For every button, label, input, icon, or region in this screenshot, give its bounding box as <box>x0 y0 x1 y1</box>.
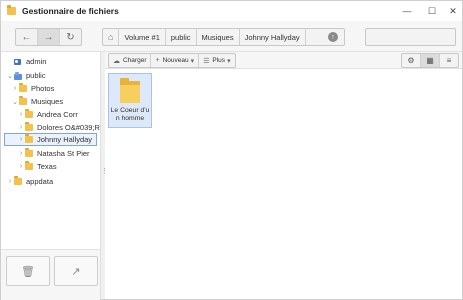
chevron-right-icon[interactable]: › <box>17 124 25 131</box>
minimize-button[interactable]: — <box>396 1 418 21</box>
tree-item-johnny-hallyday[interactable]: › Johnny Hallyday <box>4 133 97 146</box>
plus-icon: + <box>155 57 160 64</box>
user-home-icon <box>14 58 22 66</box>
tree-item-admin[interactable]: admin <box>6 56 46 67</box>
tree-item-label: public <box>26 71 46 80</box>
folder-icon <box>25 148 33 157</box>
folder-tree: admin ⌄ public › Photos ⌄ Musiques › And… <box>1 52 100 249</box>
tree-item-label: Texas <box>37 162 57 171</box>
view-mode-buttons: ⚙ ▦ ≡ <box>401 53 459 68</box>
file-manager-window: Gestionnaire de fichiers — ☐ ✕ ← → ↻ ⌂ V… <box>0 0 463 300</box>
grid-view-icon[interactable]: ▦ <box>421 54 440 67</box>
title-bar: Gestionnaire de fichiers — ☐ ✕ <box>1 1 462 21</box>
more-button[interactable]: ☰ Plus ▾ <box>199 54 234 67</box>
tree-item-label: Dolores O&#039;Rio <box>37 123 100 132</box>
content-toolbar: ☁ Charger + Nouveau ▾ ☰ Plus ▾ ⚙ ▦ ≡ <box>105 52 462 69</box>
tree-item-musiques[interactable]: ⌄ Musiques <box>11 96 63 107</box>
tree-item-label: Johnny Hallyday <box>37 135 93 144</box>
chevron-right-icon[interactable]: › <box>17 150 25 157</box>
chevron-right-icon[interactable]: › <box>17 136 25 143</box>
list-icon: ☰ <box>203 57 210 65</box>
chevron-down-icon[interactable]: ⌄ <box>6 72 14 80</box>
chevron-down-icon[interactable]: ⌄ <box>11 98 19 106</box>
new-label: Nouveau <box>162 57 189 64</box>
navigation-buttons: ← → ↻ <box>15 28 82 46</box>
window-title: Gestionnaire de fichiers <box>22 6 119 16</box>
up-button[interactable]: ↑ <box>322 29 344 45</box>
chevron-right-icon[interactable]: › <box>6 178 14 185</box>
folder-icon <box>14 176 22 185</box>
caret-down-icon: ▾ <box>190 57 195 65</box>
folder-app-icon <box>7 5 16 15</box>
folder-icon <box>120 78 140 103</box>
tree-item-label: Musiques <box>31 97 64 106</box>
action-buttons: ☁ Charger + Nouveau ▾ ☰ Plus ▾ <box>108 53 236 68</box>
arrow-up-icon: ↑ <box>328 32 338 42</box>
chevron-right-icon[interactable]: › <box>17 111 25 118</box>
folder-icon <box>25 134 33 143</box>
chevron-right-icon[interactable]: › <box>17 163 25 170</box>
tree-item-label: Photos <box>31 84 55 93</box>
tree-item-photos[interactable]: › Photos <box>11 83 54 94</box>
upload-icon: ☁ <box>113 57 120 65</box>
sidebar-actions: 🗑 ↗ <box>1 249 100 300</box>
breadcrumb-musiques[interactable]: Musiques <box>197 29 240 45</box>
folder-icon <box>19 96 27 105</box>
search-input[interactable] <box>366 29 463 45</box>
tree-item-texas[interactable]: › Texas <box>17 161 57 172</box>
maximize-button[interactable]: ☐ <box>421 1 443 21</box>
tree-item-dolores[interactable]: › Dolores O&#039;Rio <box>17 122 100 133</box>
trash-icon[interactable]: 🗑 <box>6 256 50 286</box>
upload-button[interactable]: ☁ Charger <box>109 54 152 67</box>
tree-item-label: Andrea Corr <box>37 110 78 119</box>
main-toolbar: ← → ↻ ⌂ Volume #1 public Musiques Johnny… <box>1 21 463 52</box>
share-link-icon[interactable]: ↗ <box>54 256 98 286</box>
file-item[interactable]: Le Coeur d'un homme <box>108 73 152 128</box>
folder-icon <box>25 122 33 131</box>
upload-label: Charger <box>123 57 147 64</box>
forward-icon[interactable]: → <box>38 29 60 45</box>
file-item-label: Le Coeur d'un homme <box>110 107 150 122</box>
file-view: ☁ Charger + Nouveau ▾ ☰ Plus ▾ ⚙ ▦ ≡ Le … <box>105 52 462 299</box>
tree-item-label: admin <box>26 57 47 66</box>
refresh-icon[interactable]: ↻ <box>60 29 81 45</box>
tree-item-label: Natasha St Pier <box>37 149 90 158</box>
tree-item-andrea-corr[interactable]: › Andrea Corr <box>17 109 78 120</box>
breadcrumb-volume[interactable]: Volume #1 <box>119 29 166 45</box>
caret-down-icon: ▾ <box>227 57 231 65</box>
shared-folder-icon <box>14 71 22 80</box>
home-icon[interactable]: ⌂ <box>103 29 120 45</box>
breadcrumb-public[interactable]: public <box>166 29 197 45</box>
close-button[interactable]: ✕ <box>442 1 463 21</box>
search-box: ⚲ <box>365 28 463 46</box>
tree-item-appdata[interactable]: › appdata <box>6 176 53 187</box>
folder-icon <box>19 83 27 92</box>
tree-item-natasha-st-pier[interactable]: › Natasha St Pier <box>17 148 90 159</box>
gear-icon[interactable]: ⚙ <box>402 54 421 67</box>
new-button[interactable]: + Nouveau ▾ <box>151 54 200 67</box>
back-icon[interactable]: ← <box>16 29 38 45</box>
list-view-icon[interactable]: ≡ <box>440 54 458 67</box>
breadcrumb: ⌂ Volume #1 public Musiques Johnny Hally… <box>102 28 345 46</box>
breadcrumb-johnny-hallyday[interactable]: Johnny Hallyday <box>240 29 306 45</box>
tree-item-label: appdata <box>26 177 54 186</box>
chevron-right-icon[interactable]: › <box>11 85 19 92</box>
tree-item-public[interactable]: ⌄ public <box>6 70 46 81</box>
more-label: Plus <box>212 57 226 64</box>
folder-icon <box>25 161 33 170</box>
folder-icon <box>25 109 33 118</box>
